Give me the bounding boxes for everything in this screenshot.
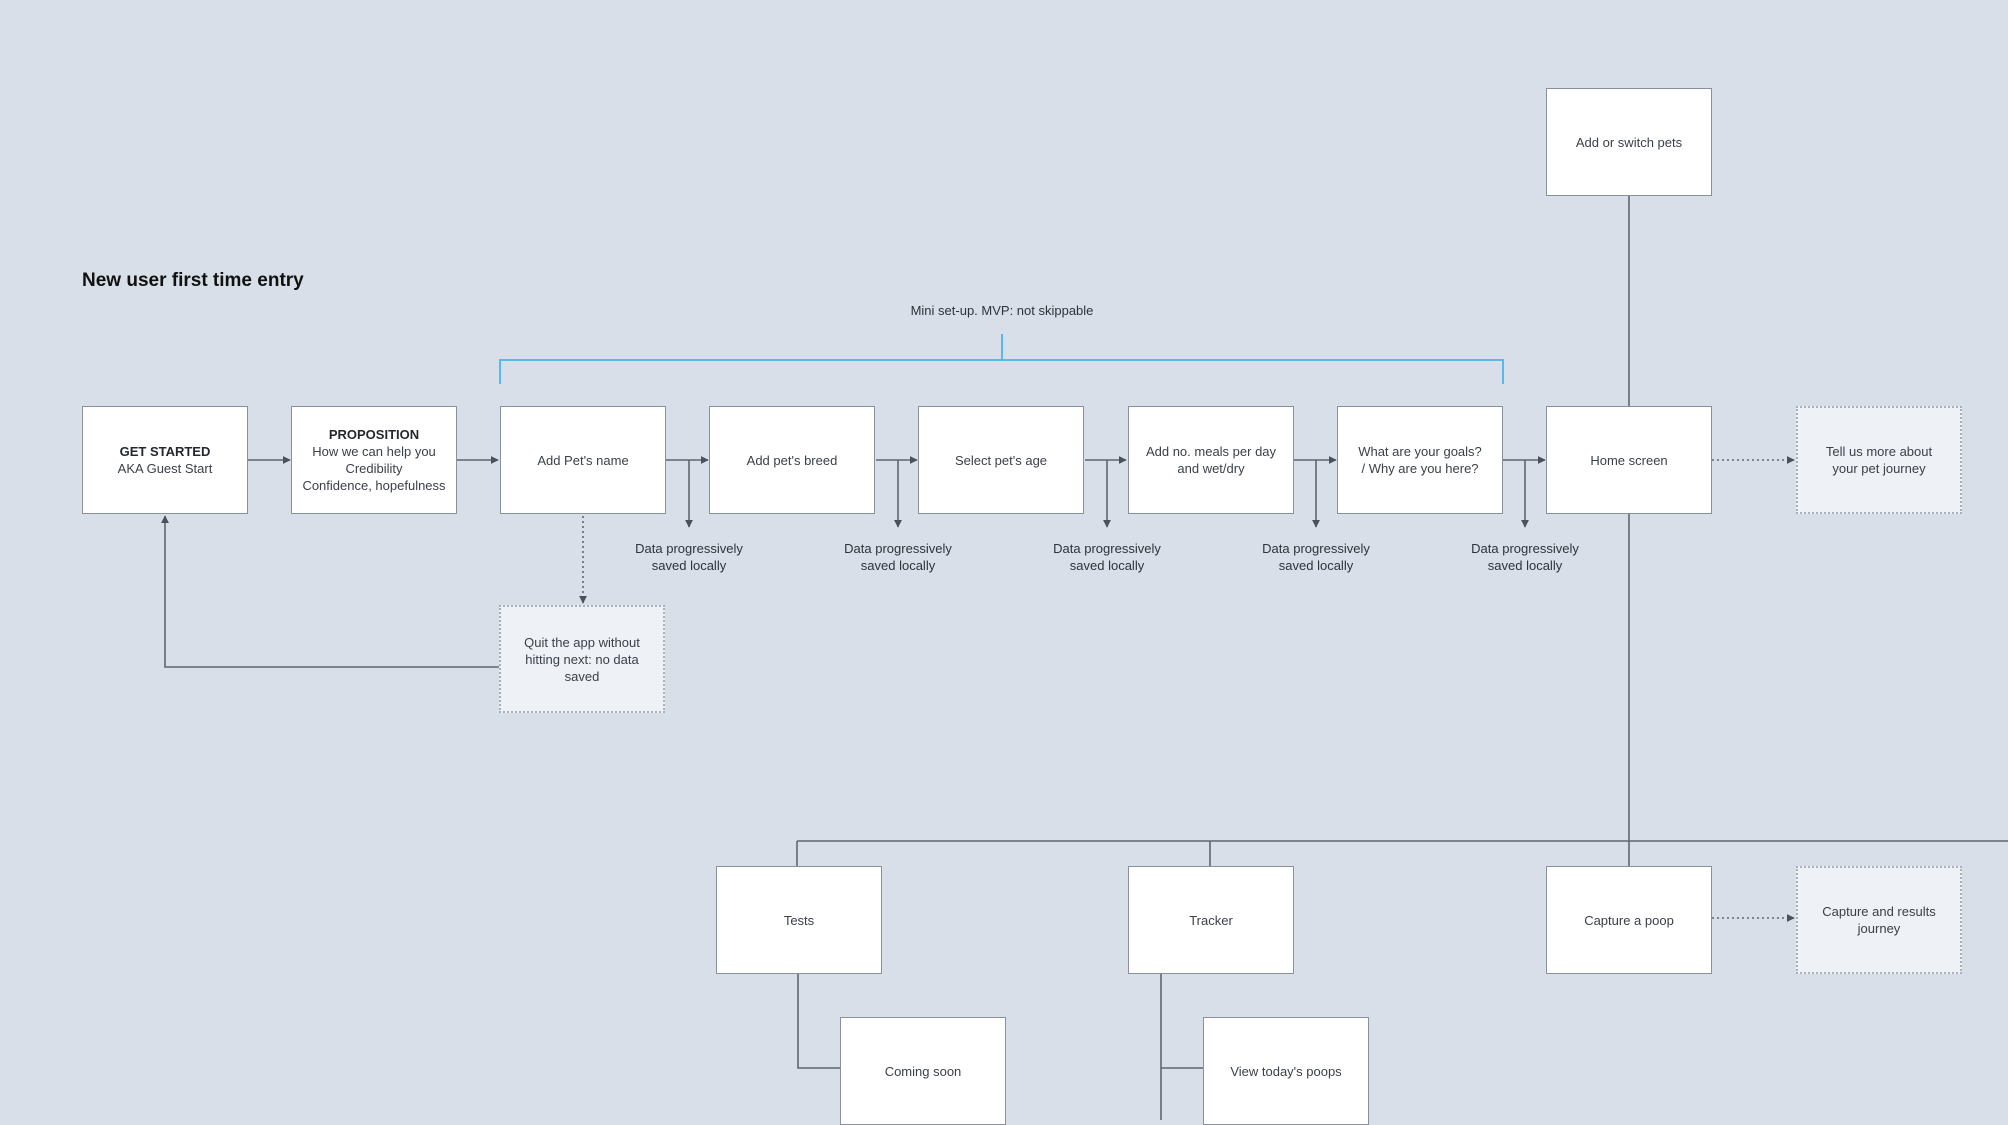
node-tracker[interactable]: Tracker [1128,866,1294,974]
node-heading: GET STARTED [119,444,211,459]
node-view-todays-poops[interactable]: View today's poops [1203,1017,1369,1125]
node-add-pet-name[interactable]: Add Pet's name [500,406,666,514]
saved-note: Data progressively saved locally [635,541,743,573]
node-quit-app[interactable]: Quit the app without hitting next: no da… [499,605,665,713]
node-get-started[interactable]: GET STARTED AKA Guest Start [82,406,248,514]
node-tell-us-more[interactable]: Tell us more about your pet journey [1796,406,1962,514]
node-coming-soon[interactable]: Coming soon [840,1017,1006,1125]
bracket-label: Mini set-up. MVP: not skippable [910,303,1094,318]
saved-note: Data progressively saved locally [1471,541,1579,573]
node-heading: PROPOSITION [328,427,420,442]
saved-note: Data progressively saved locally [1262,541,1370,573]
page-title: New user first time entry [82,270,304,291]
node-tests[interactable]: Tests [716,866,882,974]
saved-note: Data progressively saved locally [1053,541,1161,573]
node-line: Confidence, hopefulness [302,478,446,493]
node-select-pet-age[interactable]: Select pet's age [918,406,1084,514]
node-line: How we can help you [312,444,436,459]
saved-note: Data progressively saved locally [844,541,952,573]
node-line: Credibility [345,461,403,476]
node-capture-results-journey[interactable]: Capture and results journey [1796,866,1962,974]
node-home-screen[interactable]: Home screen [1546,406,1712,514]
node-add-pet-breed[interactable]: Add pet's breed [709,406,875,514]
node-capture-poop[interactable]: Capture a poop [1546,866,1712,974]
node-goals[interactable]: What are your goals? / Why are you here? [1337,406,1503,514]
setup-bracket [499,334,1504,384]
node-line: AKA Guest Start [117,461,213,476]
node-add-switch-pets[interactable]: Add or switch pets [1546,88,1712,196]
node-meals[interactable]: Add no. meals per day and wet/dry [1128,406,1294,514]
node-proposition[interactable]: PROPOSITION How we can help you Credibil… [291,406,457,514]
